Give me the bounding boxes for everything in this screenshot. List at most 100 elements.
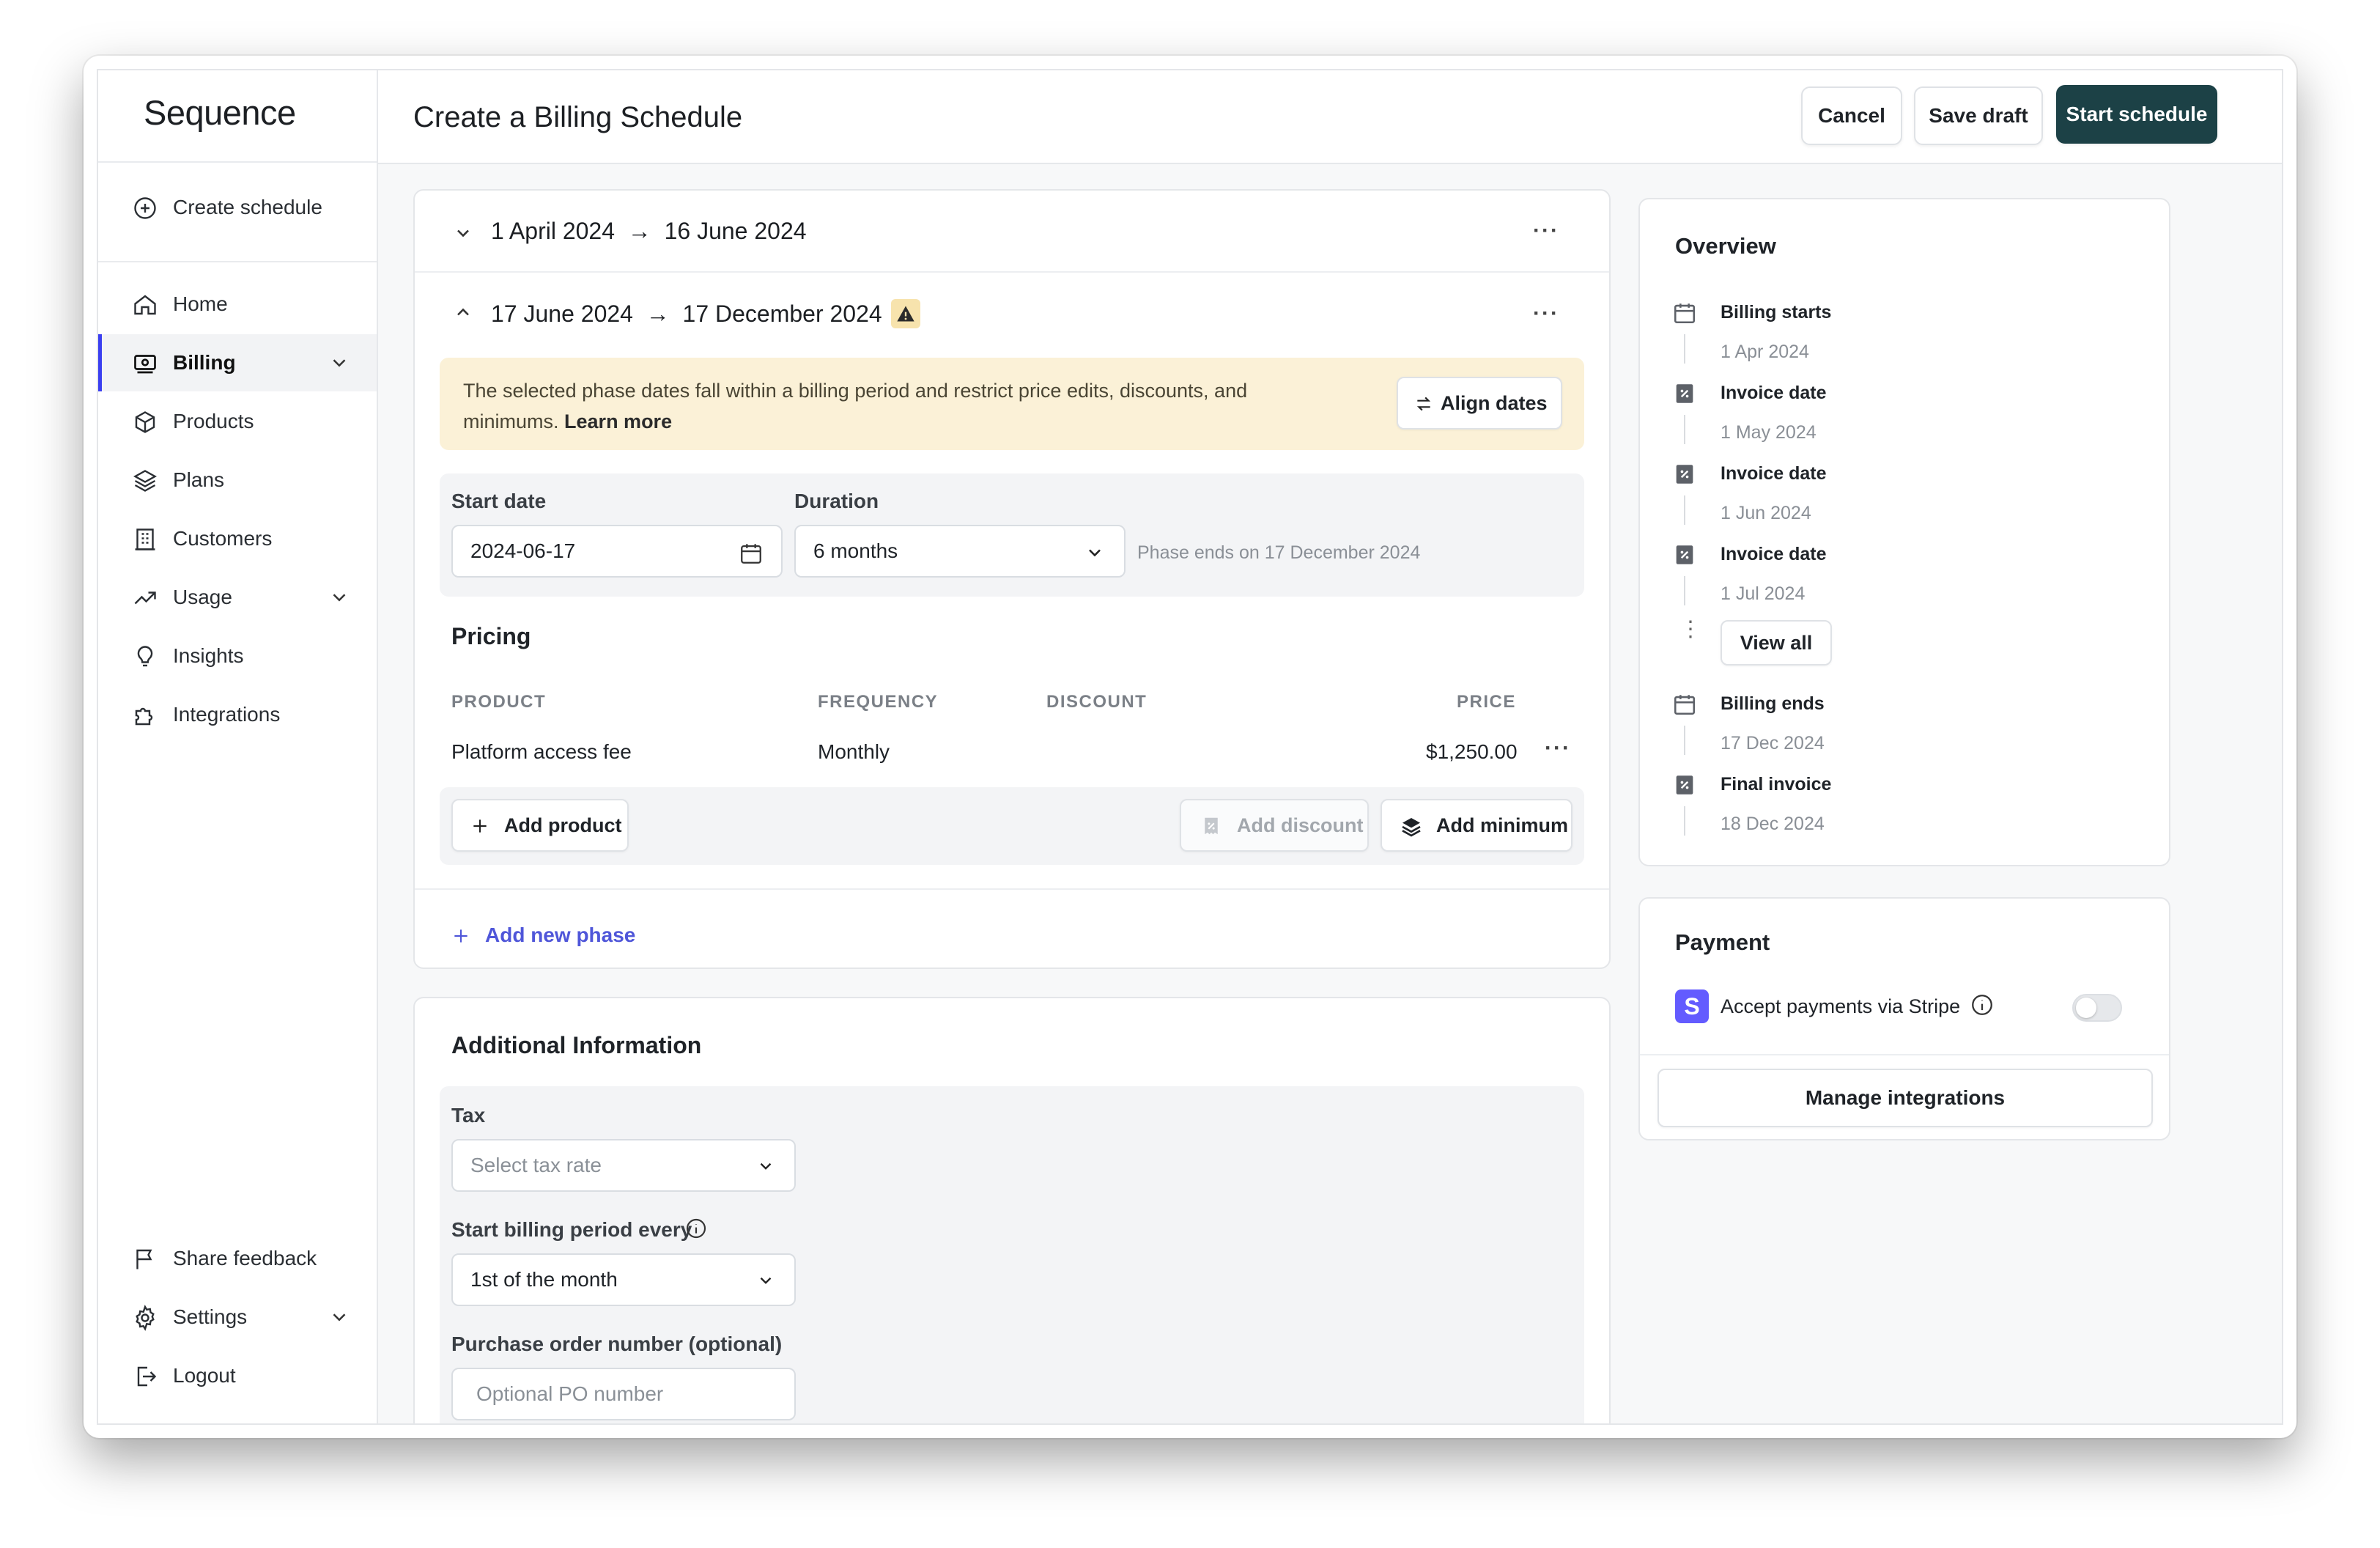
chevron-down-icon[interactable]	[328, 352, 350, 374]
additional-info-panel: Tax Select tax rate Start billing period…	[440, 1086, 1584, 1423]
timeline-label: Final invoice	[1721, 774, 1832, 795]
phase-end: 16 June 2024	[664, 217, 807, 244]
arrow: →	[627, 217, 651, 244]
timeline-date: 18 Dec 2024	[1721, 814, 1825, 834]
sidebar-item-home[interactable]: Home	[98, 276, 377, 333]
start-date-value: 2024-06-17	[470, 539, 576, 562]
billing-period-label-text: Start billing period every	[451, 1218, 692, 1241]
info-icon[interactable]	[684, 1217, 708, 1240]
sidebar-item-share-feedback[interactable]: Share feedback	[98, 1230, 377, 1287]
billing-period-select[interactable]: 1st of the month	[451, 1253, 796, 1306]
info-icon[interactable]	[1970, 992, 1995, 1017]
timeline-line	[1684, 415, 1685, 444]
more-vertical-icon: ⋮	[1679, 617, 1701, 641]
po-number-input[interactable]: Optional PO number	[451, 1368, 796, 1420]
start-date-input[interactable]: 2024-06-17	[451, 525, 783, 578]
layers-icon	[132, 468, 158, 494]
create-schedule-button[interactable]: Create schedule	[98, 179, 377, 236]
add-minimum-button[interactable]: Add minimum	[1381, 799, 1572, 852]
plus-circle-icon	[132, 195, 158, 221]
flag-icon	[132, 1246, 158, 1272]
divider	[1640, 1054, 2169, 1055]
trend-icon	[132, 585, 158, 611]
view-all-button[interactable]: View all	[1721, 620, 1832, 666]
stripe-label: Accept payments via Stripe	[1721, 995, 1961, 1017]
add-discount-button[interactable]: Add discount	[1180, 799, 1369, 852]
duration-label: Duration	[794, 490, 879, 512]
sidebar-item-insights[interactable]: Insights	[98, 627, 377, 685]
learn-more-link[interactable]: Learn more	[564, 410, 672, 432]
start-schedule-button[interactable]: Start schedule	[2056, 85, 2217, 144]
phase-header-expanded[interactable]: 17 June 2024 → 17 December 2024 ···	[415, 273, 1609, 355]
chevron-down-icon[interactable]	[453, 223, 473, 243]
logout-icon	[132, 1363, 158, 1390]
sidebar-item-billing[interactable]: Billing	[98, 334, 377, 391]
timeline-date: 1 Jun 2024	[1721, 503, 1811, 523]
phase-end: 17 December 2024	[682, 300, 882, 327]
align-dates-button[interactable]: Align dates	[1397, 377, 1562, 430]
save-draft-button[interactable]: Save draft	[1914, 86, 2043, 145]
app-frame: Sequence Create schedule Home Billing Pr…	[97, 69, 2283, 1425]
chevron-up-icon[interactable]	[453, 302, 473, 322]
calendar-icon[interactable]	[739, 541, 764, 566]
overview-title: Overview	[1675, 233, 1776, 259]
chevron-down-icon	[1084, 542, 1105, 563]
warning-text: The selected phase dates fall within a b…	[463, 375, 1291, 437]
box-icon	[132, 409, 158, 435]
timeline-date: 1 Jul 2024	[1721, 583, 1806, 604]
timeline-line	[1684, 806, 1685, 836]
discount-icon	[1200, 815, 1222, 837]
timeline-label: Billing starts	[1721, 302, 1832, 322]
sidebar-item-label: Settings	[173, 1305, 248, 1328]
pricing-actions-panel: Add product Add discount Add minimum	[440, 787, 1584, 865]
sidebar-item-plans[interactable]: Plans	[98, 452, 377, 509]
timeline-label: Invoice date	[1721, 463, 1827, 484]
sidebar-item-label: Integrations	[173, 703, 281, 726]
sidebar-item-label: Home	[173, 292, 228, 315]
sidebar: Sequence Create schedule Home Billing Pr…	[98, 70, 378, 1423]
phases-card: 1 April 2024 → 16 June 2024 ··· 17 June …	[413, 189, 1611, 969]
column-header-discount: DISCOUNT	[1046, 692, 1148, 712]
cancel-button[interactable]: Cancel	[1801, 86, 1902, 145]
sidebar-item-label: Usage	[173, 586, 232, 608]
phase-start: 1 April 2024	[491, 217, 616, 244]
add-product-button[interactable]: Add product	[451, 799, 629, 852]
timeline-label: Invoice date	[1721, 383, 1827, 403]
phase-end-hint: Phase ends on 17 December 2024	[1137, 542, 1421, 563]
row-options-icon[interactable]: ···	[1545, 736, 1571, 761]
invoice-icon	[1672, 773, 1697, 797]
sidebar-item-label: Products	[173, 410, 254, 432]
sidebar-item-settings[interactable]: Settings	[98, 1289, 377, 1346]
duration-value: 6 months	[813, 539, 898, 562]
tax-placeholder: Select tax rate	[470, 1154, 602, 1176]
tax-select[interactable]: Select tax rate	[451, 1139, 796, 1192]
sidebar-item-logout[interactable]: Logout	[98, 1347, 377, 1404]
more-options-icon[interactable]: ···	[1533, 301, 1559, 326]
timeline-line	[1684, 726, 1685, 755]
sidebar-item-products[interactable]: Products	[98, 393, 377, 450]
align-dates-label: Align dates	[1441, 391, 1548, 414]
invoice-icon	[1672, 462, 1697, 487]
phase-start: 17 June 2024	[491, 300, 633, 327]
sidebar-item-customers[interactable]: Customers	[98, 510, 377, 567]
payment-title: Payment	[1675, 929, 1770, 955]
calendar-icon	[1672, 692, 1697, 717]
sidebar-item-label: Share feedback	[173, 1247, 317, 1269]
duration-select[interactable]: 6 months	[794, 525, 1126, 578]
column-header-frequency: FREQUENCY	[818, 692, 939, 712]
sidebar-item-integrations[interactable]: Integrations	[98, 686, 377, 743]
invoice-icon	[1672, 381, 1697, 406]
sidebar-item-usage[interactable]: Usage	[98, 569, 377, 626]
warning-banner: The selected phase dates fall within a b…	[440, 358, 1584, 450]
chevron-down-icon[interactable]	[328, 1306, 350, 1328]
pricing-title: Pricing	[451, 623, 531, 649]
calendar-icon	[1672, 301, 1697, 325]
more-options-icon[interactable]: ···	[1533, 218, 1559, 243]
chevron-down-icon[interactable]	[328, 586, 350, 608]
manage-integrations-button[interactable]: Manage integrations	[1658, 1069, 2153, 1127]
divider	[415, 888, 1609, 890]
stripe-toggle[interactable]	[2072, 994, 2122, 1022]
phase-header-collapsed[interactable]: 1 April 2024 → 16 June 2024 ···	[415, 191, 1609, 273]
chevron-down-icon	[756, 1157, 775, 1176]
price-cell: $1,250.00	[1426, 740, 1518, 763]
